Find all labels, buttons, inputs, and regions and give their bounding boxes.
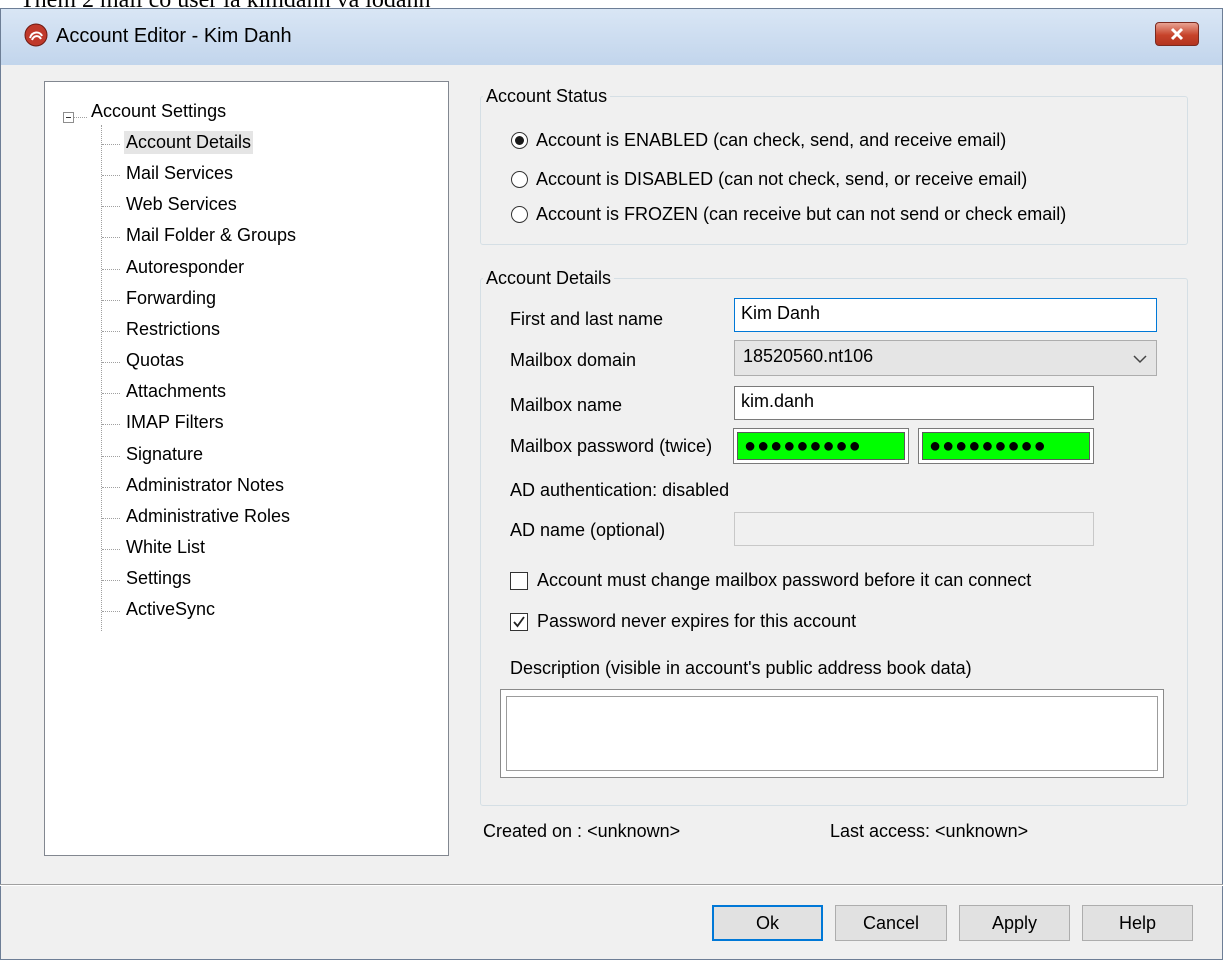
password-mask-2: ●●●●●●●●● <box>929 435 1047 457</box>
tree-item-white-list[interactable]: White List <box>124 536 207 559</box>
mailbox-domain-select[interactable]: 18520560.nt106 <box>734 340 1157 376</box>
tree-connector <box>101 125 102 631</box>
mailbox-password-label: Mailbox password (twice) <box>510 436 713 456</box>
radio-disabled[interactable] <box>511 171 528 188</box>
tree-connector <box>102 331 120 332</box>
mailbox-name-input[interactable]: kim.danh <box>734 386 1094 420</box>
tree-item-administrative-roles[interactable]: Administrative Roles <box>124 505 292 528</box>
ok-button[interactable]: Ok <box>712 905 823 941</box>
tree-connector <box>102 580 120 581</box>
tree-item-web-services[interactable]: Web Services <box>124 193 239 216</box>
tree-connector <box>102 611 120 612</box>
tree-item-restrictions[interactable]: Restrictions <box>124 318 222 341</box>
tree-connector <box>102 300 120 301</box>
mailbox-name-label: Mailbox name <box>510 395 623 415</box>
password-mask-1: ●●●●●●●●● <box>744 435 862 457</box>
tree-connector <box>74 117 87 118</box>
settings-tree[interactable] <box>44 81 449 856</box>
tree-connector <box>102 237 120 238</box>
ad-name-label: AD name (optional) <box>510 520 666 540</box>
radio-disabled-label[interactable]: Account is DISABLED (can not check, send… <box>536 169 1027 190</box>
tree-item-signature[interactable]: Signature <box>124 443 205 466</box>
must-change-password-label[interactable]: Account must change mailbox password bef… <box>537 570 1031 591</box>
chevron-down-icon <box>1133 355 1147 364</box>
help-button[interactable]: Help <box>1082 905 1193 941</box>
radio-enabled-label[interactable]: Account is ENABLED (can check, send, and… <box>536 130 1006 151</box>
tree-connector <box>102 487 120 488</box>
last-access-text: Last access: <unknown> <box>830 821 1029 841</box>
tree-item-autoresponder[interactable]: Autoresponder <box>124 256 246 279</box>
must-change-password-checkbox[interactable] <box>510 572 528 590</box>
account-details-title: Account Details <box>483 268 615 289</box>
tree-item-administrator-notes[interactable]: Administrator Notes <box>124 474 286 497</box>
close-icon <box>1170 27 1184 41</box>
close-button[interactable] <box>1155 22 1199 46</box>
created-on-text: Created on : <unknown> <box>483 821 681 841</box>
mailbox-domain-value: 18520560.nt106 <box>743 346 874 366</box>
tree-connector <box>102 175 120 176</box>
first-last-name-label: First and last name <box>510 309 664 329</box>
title-bar: Account Editor - Kim Danh <box>1 9 1222 65</box>
password-field-1[interactable]: ●●●●●●●●● <box>733 428 909 464</box>
account-status-title: Account Status <box>483 86 611 107</box>
collapse-toggle-icon[interactable] <box>63 112 74 123</box>
footer-separator-highlight <box>0 885 1223 886</box>
mdaemon-app-icon <box>24 23 48 47</box>
tree-connector <box>102 362 120 363</box>
radio-frozen-label[interactable]: Account is FROZEN (can receive but can n… <box>536 204 1066 225</box>
tree-item-forwarding[interactable]: Forwarding <box>124 287 218 310</box>
tree-connector <box>102 424 120 425</box>
first-last-name-input[interactable]: Kim Danh <box>734 298 1157 332</box>
apply-button[interactable]: Apply <box>959 905 1070 941</box>
tree-root-account-settings[interactable]: Account Settings <box>89 100 228 123</box>
tree-item-mail-services[interactable]: Mail Services <box>124 162 235 185</box>
never-expires-label[interactable]: Password never expires for this account <box>537 611 856 632</box>
tree-connector <box>102 393 120 394</box>
description-textarea[interactable] <box>500 689 1164 778</box>
mailbox-domain-label: Mailbox domain <box>510 350 637 370</box>
radio-enabled[interactable] <box>511 132 528 149</box>
never-expires-checkbox[interactable] <box>510 613 528 631</box>
tree-item-account-details[interactable]: Account Details <box>124 131 254 154</box>
tree-item-mail-folder-groups[interactable]: Mail Folder & Groups <box>124 224 298 247</box>
tree-connector <box>102 206 120 207</box>
tree-item-quotas[interactable]: Quotas <box>124 349 186 372</box>
description-text <box>506 696 1158 771</box>
tree-connector <box>102 549 120 550</box>
tree-item-attachments[interactable]: Attachments <box>124 380 228 403</box>
tree-item-activesync[interactable]: ActiveSync <box>124 598 217 621</box>
ad-name-input[interactable] <box>734 512 1094 546</box>
cancel-button[interactable]: Cancel <box>835 905 947 941</box>
ad-authentication-status: AD authentication: disabled <box>510 480 730 500</box>
description-label: Description (visible in account's public… <box>510 658 972 678</box>
tree-connector <box>102 269 120 270</box>
tree-item-imap-filters[interactable]: IMAP Filters <box>124 411 226 434</box>
window-title: Account Editor - Kim Danh <box>56 25 292 47</box>
checkmark-icon <box>513 616 525 628</box>
tree-item-settings[interactable]: Settings <box>124 567 193 590</box>
tree-connector <box>102 456 120 457</box>
tree-connector <box>102 144 120 145</box>
password-field-2[interactable]: ●●●●●●●●● <box>918 428 1094 464</box>
tree-connector <box>102 518 120 519</box>
radio-frozen[interactable] <box>511 206 528 223</box>
